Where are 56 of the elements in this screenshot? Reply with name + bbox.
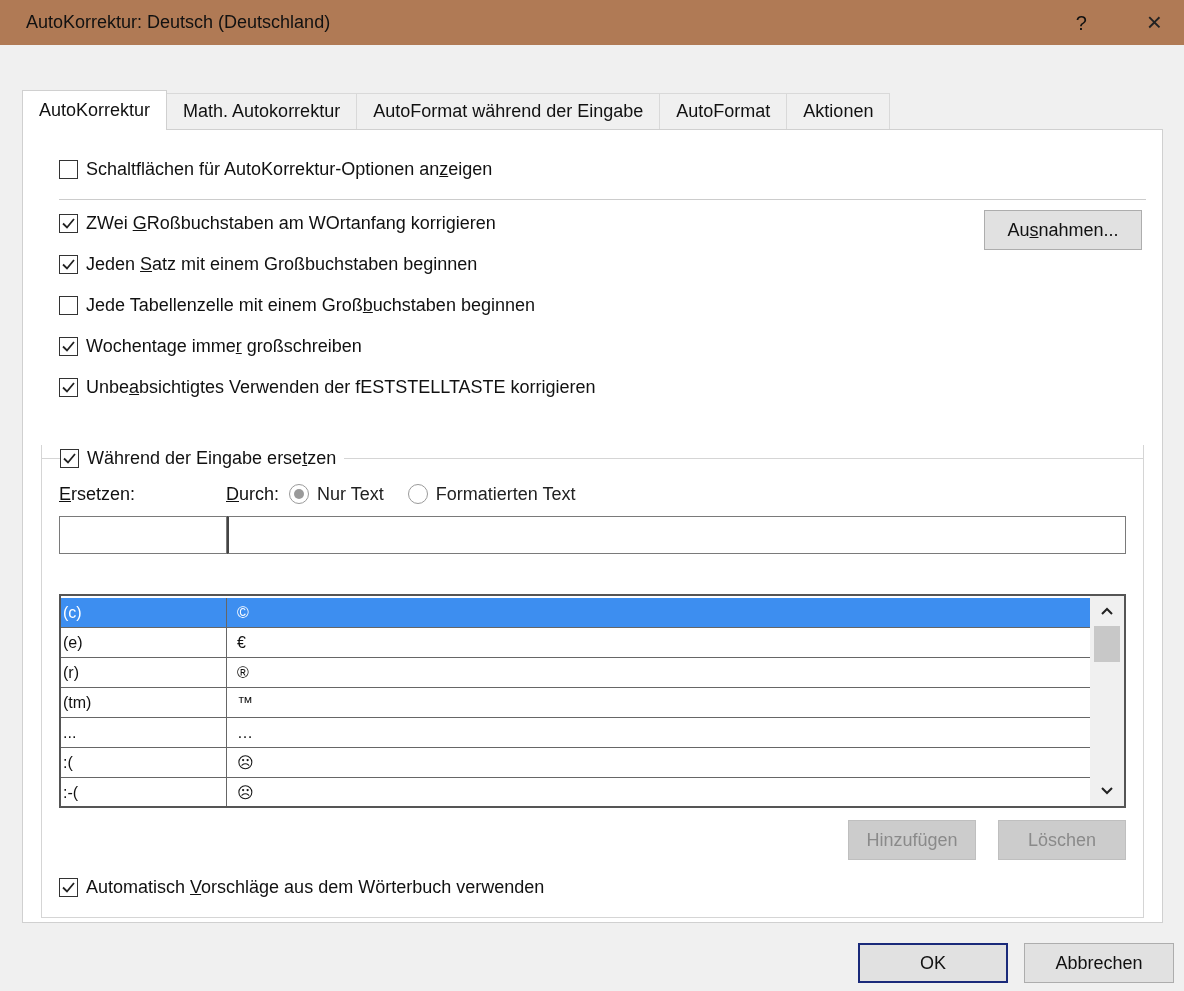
checkbox[interactable]	[59, 378, 78, 397]
table-cell-text: ©	[236, 603, 250, 623]
checkbox-label: Unbeabsichtigtes Verwenden der fESTSTELLTASTE korrigieren	[86, 376, 596, 399]
table-cell: (tm)	[61, 688, 227, 717]
table-cell-text: ™	[236, 693, 254, 713]
button[interactable]: Abbrechen	[1024, 943, 1174, 983]
table-cell: (e)	[61, 628, 227, 657]
checkbox[interactable]	[59, 160, 78, 179]
list-row[interactable]: ... …	[61, 718, 1090, 748]
replace-input[interactable]	[59, 516, 227, 554]
radio-button[interactable]	[407, 484, 428, 504]
checkbox-label: ZWei GRoßbuchstaben am WOrtanfang korrigieren	[86, 212, 496, 235]
table-cell: ...	[61, 718, 227, 747]
table-cell: :(	[61, 748, 227, 777]
checkbox[interactable]	[59, 296, 78, 315]
tab[interactable]: Aktionen	[786, 93, 891, 129]
checkbox[interactable]	[59, 214, 78, 233]
table-cell-text: ®	[236, 663, 250, 683]
table-cell-text: €	[236, 633, 247, 653]
help-button[interactable]: ?	[1075, 7, 1087, 38]
button[interactable]: OK	[858, 943, 1008, 983]
radio-label: Nur Text	[317, 482, 384, 506]
checkbox-label: Jeden Satz mit einem Großbuchstaben beginnen	[86, 253, 478, 276]
close-button[interactable]: ×	[1146, 3, 1162, 42]
with-input[interactable]	[227, 516, 1126, 554]
checkbox-label: Automatisch Vorschläge aus dem Wörterbuch verwenden	[86, 876, 545, 899]
table-cell: (c)	[61, 598, 227, 627]
checkbox[interactable]	[59, 337, 78, 356]
table-cell: (r)	[61, 658, 227, 687]
scrollbar[interactable]	[1090, 596, 1124, 806]
field-label: Ersetzen:	[59, 482, 137, 506]
scroll-up-icon[interactable]	[1100, 606, 1114, 616]
scroll-down-icon[interactable]	[1100, 786, 1114, 796]
field-label: Durch:	[226, 482, 280, 506]
checkbox-label: Jede Tabellenzelle mit einem Großbuchstaben beginnen	[86, 294, 535, 317]
table-cell-text: ☹	[236, 783, 255, 803]
table-cell-text: ☹	[236, 753, 255, 773]
list-row[interactable]: (tm) ™	[61, 688, 1090, 718]
replacement-list[interactable]: (c) © (e) € (r) ® (tm) ™ ... … :( ☹ :-( ☹	[59, 594, 1126, 808]
scroll-thumb[interactable]	[1094, 626, 1120, 662]
list-row[interactable]: (r) ®	[61, 658, 1090, 688]
table-cell: :-(	[61, 778, 227, 806]
checkbox[interactable]	[59, 255, 78, 274]
radio-label: Formatierten Text	[435, 482, 576, 506]
checkbox[interactable]	[60, 449, 79, 468]
checkbox[interactable]	[59, 878, 78, 897]
tab[interactable]: AutoKorrektur	[22, 90, 168, 130]
checkbox-label: Während der Eingabe ersetzen	[87, 447, 337, 470]
radio-button[interactable]	[289, 484, 310, 504]
checkbox-label: Schaltflächen für AutoKorrektur-Optionen anzeigen	[86, 158, 493, 181]
window-title: AutoKorrektur: Deutsch (Deutschland)	[26, 11, 331, 34]
list-row[interactable]: (e) €	[61, 628, 1090, 658]
checkbox-label: Wochentage immer großschreiben	[86, 335, 362, 358]
list-row[interactable]: :( ☹	[61, 748, 1090, 778]
table-cell-text: …	[236, 723, 254, 743]
exceptions-button[interactable]: Ausnahmen...	[984, 210, 1142, 250]
